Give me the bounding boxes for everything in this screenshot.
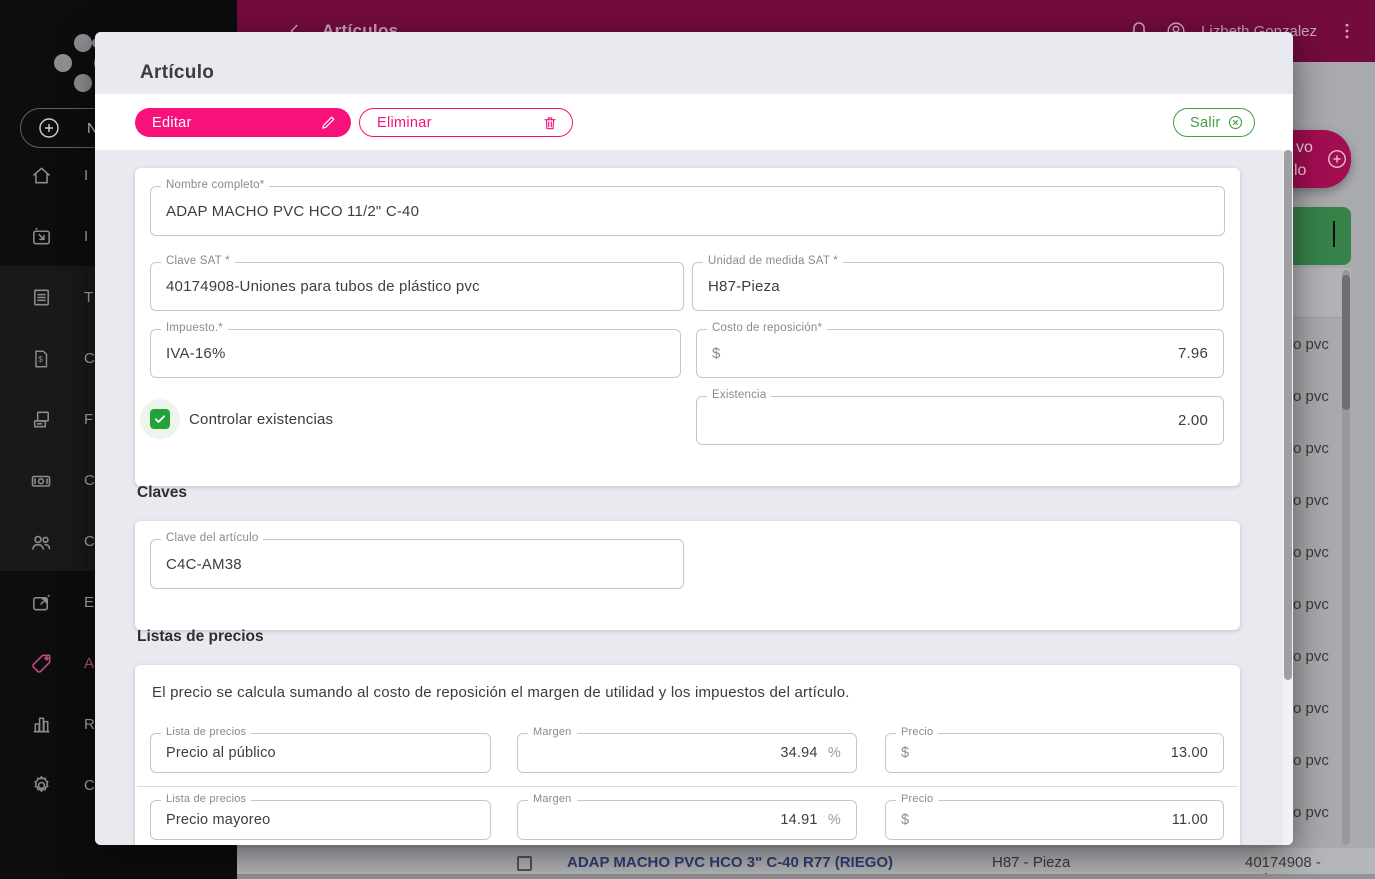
section-heading-claves: Claves [137,484,187,502]
close-circle-icon [1227,114,1244,131]
row-checkbox[interactable] [517,856,532,871]
checkbox-checked [150,409,170,429]
article-link[interactable]: ADAP MACHO PVC HCO 3" C-40 R77 (RIEGO) [567,854,893,871]
pencil-icon [320,114,337,131]
table-row-fragment: o pvc [1293,526,1341,578]
precio-field[interactable]: Precio$11.00 [885,800,1224,840]
table-row-fragment: o pvc [1293,578,1341,630]
modal-scrollbar[interactable] [1283,150,1293,845]
costo-reposicion-field[interactable]: Costo de reposición* $7.96 [696,329,1224,378]
table-row-fragment: o pvc [1293,630,1341,682]
table-row-fragment: o pvc [1293,786,1341,838]
table-row-fragment: o pvc [1293,734,1341,786]
modal-body: Nombre completo* ADAP MACHO PVC HCO 11/2… [95,150,1293,845]
ticket-list-icon [29,286,53,310]
new-article-label-fragment: vo [1296,139,1313,157]
table-row-fragment: o pvc [1293,318,1341,370]
row-unit: H87 - Pieza [992,854,1070,871]
bar-chart-icon [29,713,53,737]
claves-card: Clave del artículo C4C-AM38 [135,521,1240,630]
section-heading-listas: Listas de precios [137,628,264,646]
sidebar-item-label-fragment: I [84,228,88,245]
table-row-fragment: o pvc [1293,370,1341,422]
clave-sat-field[interactable]: Clave SAT * 40174908-Uniones para tubos … [150,262,684,311]
lista-precios-field[interactable]: Lista de preciosPrecio al público [150,733,491,773]
pricing-card: El precio se calcula sumando al costo de… [135,665,1240,845]
document-money-icon: $ [29,347,53,371]
delete-button[interactable]: Eliminar [359,108,573,137]
new-article-label-fragment: lo [1294,162,1306,180]
screen: Artículos Lizbeth Gonzalez R [0,0,1375,879]
receipt-printer-icon [29,408,53,432]
home-icon [29,164,53,188]
banknote-icon [29,469,53,493]
background-table-rows: o pvco pvco pvco pvco pvco pvco pvco pvc… [1293,318,1341,845]
article-modal: Artículo Editar Eliminar Salir [95,32,1293,845]
gear-icon [29,774,53,798]
controlar-existencias-checkbox[interactable]: Controlar existencias [140,396,440,442]
plus-circle-icon [1326,148,1348,175]
lista-precios-field[interactable]: Lista de preciosPrecio mayoreo [150,800,491,840]
existencia-field[interactable]: Existencia 2.00 [696,396,1224,445]
modal-title: Artículo [140,62,214,84]
sidebar-item-label-fragment: C [84,350,95,367]
margen-field[interactable]: Margen14.91 % [517,800,857,840]
tag-icon [29,652,53,676]
modal-header: Artículo [95,32,1293,94]
sidebar-item-label-fragment: E [84,594,94,611]
table-row-divider [237,874,1375,879]
margen-field[interactable]: Margen34.94 % [517,733,857,773]
text-cursor [1333,221,1335,247]
clave-articulo-field[interactable]: Clave del artículo C4C-AM38 [150,539,684,589]
sidebar-item-label-fragment: C [84,777,95,794]
kebab-menu-icon[interactable] [1337,20,1357,42]
nombre-completo-field[interactable]: Nombre completo* ADAP MACHO PVC HCO 11/2… [150,186,1225,236]
sidebar-item-label-fragment: I [84,167,88,184]
page-scrollbar[interactable] [1342,270,1350,845]
sidebar-item-label-fragment: R [84,716,95,733]
sidebar-item-label-fragment: A [84,655,94,672]
plus-circle-icon [37,116,61,140]
modal-toolbar: Editar Eliminar Salir [95,94,1293,150]
table-row-fragment: o pvc [1293,682,1341,734]
precio-field[interactable]: Precio$13.00 [885,733,1224,773]
edit-button[interactable]: Editar [135,108,351,137]
sidebar-item-label-fragment: C [84,472,95,489]
unidad-medida-field[interactable]: Unidad de medida SAT * H87-Pieza [692,262,1224,311]
general-card: Nombre completo* ADAP MACHO PVC HCO 11/2… [135,168,1240,486]
box-out-icon [29,591,53,615]
svg-text:$: $ [38,355,43,364]
trash-icon [542,115,558,131]
sidebar-item-label-fragment: T [84,289,93,306]
table-row-fragment: o pvc [1293,422,1341,474]
sidebar-item-label-fragment: F [84,411,93,428]
exit-button[interactable]: Salir [1173,108,1255,137]
sidebar-item-label-fragment: C [84,533,95,550]
people-icon [29,530,53,554]
table-row-fragment: o pvc [1293,474,1341,526]
price-list-row: Lista de preciosPrecio al público Margen… [135,733,1240,773]
pricing-note: El precio se calcula sumando al costo de… [152,684,850,701]
price-list-row: Lista de preciosPrecio mayoreo Margen14.… [135,800,1240,840]
pricing-divider [137,786,1238,787]
inbox-in-icon [29,225,53,249]
impuesto-field[interactable]: Impuesto.* IVA-16% [150,329,681,378]
